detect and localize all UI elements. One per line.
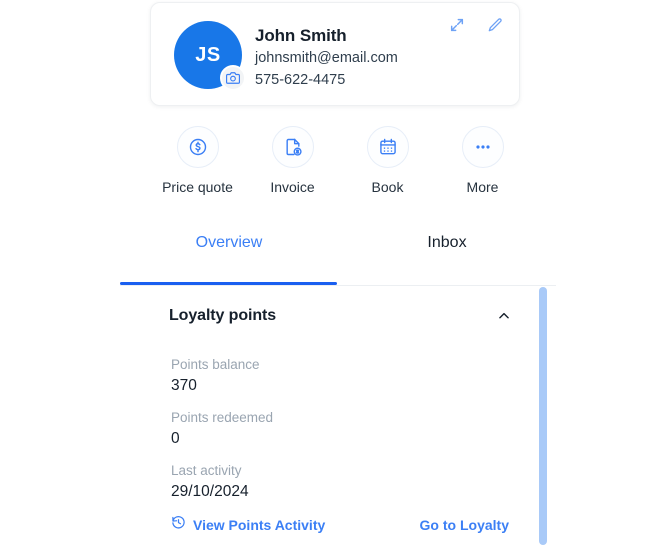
- action-invoice[interactable]: Invoice: [245, 126, 340, 195]
- stat-label: Points redeemed: [171, 410, 274, 425]
- stat-value: 29/10/2024: [171, 483, 249, 500]
- action-price-quote[interactable]: Price quote: [150, 126, 245, 195]
- loyalty-panel-title: Loyalty points: [169, 307, 277, 324]
- contact-phone: 575-622-4475: [255, 72, 346, 88]
- panel-scrollbar-track[interactable]: [539, 286, 547, 550]
- chevron-up-icon[interactable]: [495, 307, 513, 325]
- loyalty-stats: Points balance 370 Points redeemed 0 Las…: [171, 356, 273, 515]
- card-tools: [447, 15, 505, 35]
- action-label: Price quote: [162, 179, 233, 195]
- contact-email: johnsmith@email.com: [255, 50, 398, 66]
- action-label: More: [466, 179, 499, 195]
- loyalty-panel-links: View Points Activity Go to Loyalty: [171, 515, 509, 535]
- action-label: Invoice: [270, 179, 315, 195]
- action-more[interactable]: More: [435, 126, 530, 195]
- calendar-icon: [366, 126, 409, 168]
- view-points-activity-label: View Points Activity: [193, 517, 326, 533]
- stat-label: Points balance: [171, 357, 260, 372]
- avatar-wrapper: JS: [174, 21, 246, 91]
- action-book[interactable]: Book: [340, 126, 435, 195]
- contact-card: JS John Smith johnsmith@email.com 575-62…: [150, 2, 520, 106]
- pencil-edit-icon[interactable]: [485, 15, 505, 35]
- history-clock-icon: [171, 515, 186, 535]
- stat-points-redeemed: Points redeemed 0: [171, 409, 273, 449]
- invoice-document-dollar-icon: [271, 126, 314, 168]
- action-label: Book: [371, 179, 404, 195]
- view-points-activity-link[interactable]: View Points Activity: [171, 515, 325, 535]
- tab-overview[interactable]: Overview: [120, 232, 338, 274]
- tab-bar-divider: [120, 285, 556, 286]
- stat-last-activity: Last activity 29/10/2024: [171, 462, 273, 502]
- quick-actions: Price quote Invoice Book More: [150, 126, 530, 195]
- active-tab-indicator: [120, 282, 337, 285]
- camera-icon[interactable]: [220, 65, 246, 91]
- stat-value: 0: [171, 430, 180, 447]
- stat-value: 370: [171, 377, 197, 394]
- tab-bar: Overview Inbox: [120, 232, 556, 274]
- stat-label: Last activity: [171, 463, 242, 478]
- avatar-initials: JS: [195, 43, 221, 66]
- dollar-circle-icon: [176, 126, 219, 168]
- loyalty-panel-header: Loyalty points: [169, 307, 513, 325]
- stat-points-balance: Points balance 370: [171, 356, 273, 396]
- contact-details: John Smith johnsmith@email.com 575-622-4…: [255, 25, 398, 91]
- contact-name: John Smith: [255, 26, 347, 45]
- expand-icon[interactable]: [447, 15, 467, 35]
- tab-inbox[interactable]: Inbox: [338, 232, 556, 274]
- go-to-loyalty-link[interactable]: Go to Loyalty: [420, 516, 509, 534]
- panel-scrollbar-thumb[interactable]: [539, 287, 547, 545]
- loyalty-points-panel: Loyalty points Points balance 370 Points…: [143, 290, 533, 550]
- ellipsis-icon: [461, 126, 504, 168]
